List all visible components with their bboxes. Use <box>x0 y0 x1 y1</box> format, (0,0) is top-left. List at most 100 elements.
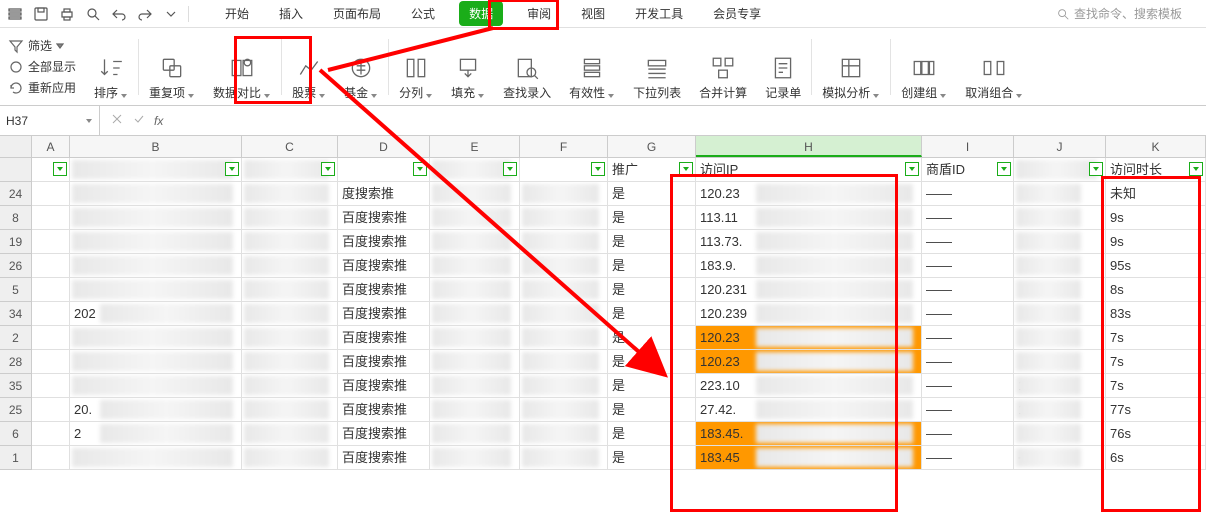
cell[interactable]: 95s <box>1106 254 1206 278</box>
col-H[interactable]: H <box>696 136 922 157</box>
spreadsheet-grid[interactable]: 推广 访问IP 商盾ID 访问时长 24度搜索推是120.23——未知8百度搜索… <box>0 158 1206 470</box>
filter-button[interactable]: 筛选 <box>8 37 64 54</box>
row-header[interactable]: 6 <box>0 422 32 446</box>
cell[interactable] <box>70 374 242 398</box>
cell[interactable] <box>338 158 430 182</box>
cell[interactable] <box>1014 302 1106 326</box>
cell[interactable]: 113.11 <box>696 206 922 230</box>
cell[interactable] <box>32 182 70 206</box>
whatif-button[interactable]: 模拟分析 <box>814 32 888 101</box>
cell[interactable]: 7s <box>1106 374 1206 398</box>
cell[interactable] <box>70 350 242 374</box>
cell[interactable] <box>70 446 242 470</box>
qa-dropdown-icon[interactable] <box>160 3 182 25</box>
cell[interactable]: 是 <box>608 446 696 470</box>
col-I[interactable]: I <box>922 136 1014 157</box>
cell[interactable]: 27.42. <box>696 398 922 422</box>
cell[interactable] <box>242 182 338 206</box>
dropdown-button[interactable]: 下拉列表 <box>625 32 689 101</box>
cell[interactable] <box>1014 182 1106 206</box>
cell[interactable] <box>430 254 520 278</box>
cell[interactable] <box>32 326 70 350</box>
cell[interactable]: —— <box>922 254 1014 278</box>
cell[interactable]: 访问IP <box>696 158 922 182</box>
cell[interactable]: —— <box>922 206 1014 230</box>
cell[interactable] <box>520 446 608 470</box>
cell[interactable]: 6s <box>1106 446 1206 470</box>
cell[interactable]: 是 <box>608 326 696 350</box>
undo-icon[interactable] <box>108 3 130 25</box>
cell[interactable]: 120.231 <box>696 278 922 302</box>
cell[interactable] <box>520 350 608 374</box>
cell[interactable] <box>520 182 608 206</box>
cell[interactable] <box>70 182 242 206</box>
cell[interactable]: —— <box>922 374 1014 398</box>
cell[interactable] <box>520 422 608 446</box>
cell[interactable]: 202 <box>70 302 242 326</box>
row-header[interactable]: 1 <box>0 446 32 470</box>
recordform-button[interactable]: 记录单 <box>757 32 809 101</box>
cell[interactable]: 是 <box>608 230 696 254</box>
col-A[interactable]: A <box>32 136 70 157</box>
cell[interactable] <box>1014 230 1106 254</box>
cell[interactable] <box>520 302 608 326</box>
cell[interactable]: —— <box>922 446 1014 470</box>
cell[interactable]: 18 <box>1014 374 1106 398</box>
cell[interactable] <box>242 326 338 350</box>
filter-icon[interactable] <box>503 162 517 176</box>
row-header[interactable]: 8 <box>0 206 32 230</box>
cell[interactable] <box>242 206 338 230</box>
cell[interactable]: 是 <box>608 350 696 374</box>
cell[interactable] <box>520 254 608 278</box>
fill-button[interactable]: 填充 <box>443 32 493 101</box>
cell[interactable]: 百度搜索推 <box>338 422 430 446</box>
cell[interactable]: —— <box>922 278 1014 302</box>
col-F[interactable]: F <box>520 136 608 157</box>
cell[interactable]: 113.73. <box>696 230 922 254</box>
row-header[interactable]: 24 <box>0 182 32 206</box>
cell[interactable]: 223.10 <box>696 374 922 398</box>
cell[interactable] <box>520 206 608 230</box>
cell[interactable]: —— <box>922 398 1014 422</box>
cell[interactable]: 百度搜索推 <box>338 350 430 374</box>
cell[interactable] <box>1014 206 1106 230</box>
cell[interactable]: 8s <box>1106 278 1206 302</box>
cell[interactable] <box>242 230 338 254</box>
filter-icon[interactable] <box>905 162 919 176</box>
row-header[interactable] <box>0 158 32 182</box>
cell[interactable]: +18 <box>1014 446 1106 470</box>
filter-icon[interactable] <box>997 162 1011 176</box>
cell[interactable] <box>242 350 338 374</box>
cell[interactable]: 百度搜索推 <box>338 374 430 398</box>
lookup-button[interactable]: 查找录入 <box>495 32 559 101</box>
cell[interactable] <box>32 254 70 278</box>
preview-icon[interactable] <box>82 3 104 25</box>
cell[interactable] <box>242 158 338 182</box>
stocks-button[interactable]: 股票 <box>284 32 334 101</box>
cell[interactable] <box>32 422 70 446</box>
cell[interactable] <box>242 398 338 422</box>
tab-formula[interactable]: 公式 <box>405 1 441 26</box>
showall-button[interactable]: 全部显示 <box>8 58 76 75</box>
col-J[interactable]: J <box>1014 136 1106 157</box>
cell[interactable]: 百度搜索推 <box>338 230 430 254</box>
cell[interactable]: 百度搜索推 <box>338 326 430 350</box>
cell[interactable] <box>32 206 70 230</box>
filter-icon[interactable] <box>679 162 693 176</box>
cell[interactable] <box>430 302 520 326</box>
cell[interactable] <box>32 350 70 374</box>
tab-insert[interactable]: 插入 <box>273 1 309 26</box>
row-header[interactable]: 34 <box>0 302 32 326</box>
cell[interactable] <box>70 326 242 350</box>
cell[interactable] <box>1014 278 1106 302</box>
cell[interactable] <box>430 158 520 182</box>
cell[interactable] <box>70 278 242 302</box>
cell[interactable] <box>430 398 520 422</box>
funds-button[interactable]: 基金 <box>336 32 386 101</box>
cell[interactable] <box>242 374 338 398</box>
sort-button[interactable]: 排序 <box>86 32 136 101</box>
cell[interactable]: 20. <box>70 398 242 422</box>
cell[interactable]: 度搜索推 <box>338 182 430 206</box>
consolidate-button[interactable]: 合并计算 <box>691 32 755 101</box>
cell[interactable] <box>430 206 520 230</box>
